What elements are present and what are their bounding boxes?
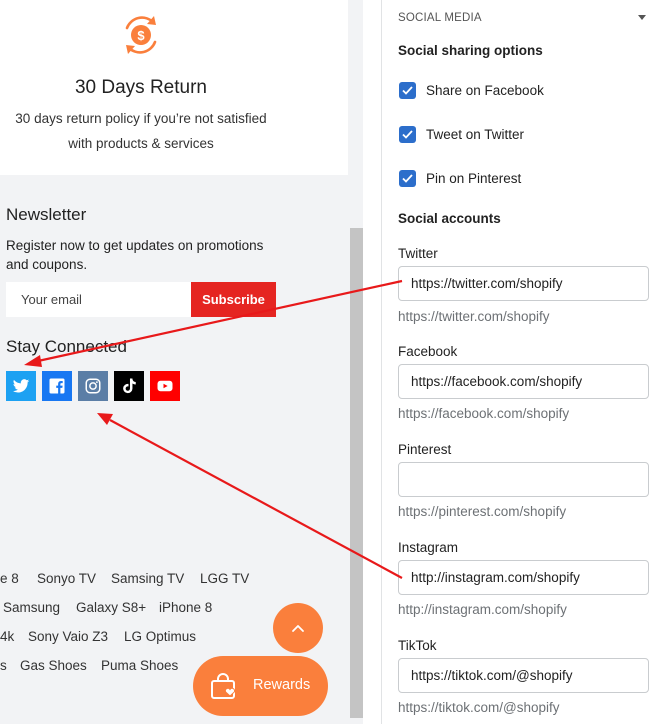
newsletter-desc-line2: and coupons. bbox=[6, 257, 88, 272]
sharing-options-title: Social sharing options bbox=[398, 43, 543, 58]
tweet-twitter-label[interactable]: Tweet on Twitter bbox=[426, 127, 524, 142]
newsletter-email-input[interactable] bbox=[6, 282, 191, 317]
return-title: 30 Days Return bbox=[74, 77, 207, 98]
share-facebook-option[interactable]: Share on Facebook bbox=[399, 81, 544, 99]
tag-link[interactable]: Puma Shoes bbox=[101, 658, 178, 673]
tag-link[interactable]: Samsung bbox=[3, 600, 60, 615]
instagram-url-input[interactable] bbox=[398, 560, 649, 595]
checkmark-icon bbox=[402, 173, 413, 183]
money-back-icon: $ bbox=[125, 16, 157, 54]
tag-link[interactable]: LG Optimus bbox=[124, 629, 196, 644]
share-facebook-label[interactable]: Share on Facebook bbox=[426, 83, 544, 98]
pinterest-field-label: Pinterest bbox=[398, 442, 452, 457]
rewards-button[interactable]: Rewards bbox=[193, 656, 328, 716]
youtube-icon bbox=[157, 380, 173, 392]
tag-link[interactable]: e 8 bbox=[0, 571, 19, 586]
section-header-social-media[interactable]: SOCIAL MEDIA bbox=[398, 12, 482, 24]
facebook-link[interactable] bbox=[42, 371, 72, 401]
newsletter-desc-line1: Register now to get updates on promotion… bbox=[6, 238, 264, 253]
screen: $ 30 Days Return 30 days return policy i… bbox=[0, 0, 663, 724]
social-accounts-title: Social accounts bbox=[398, 211, 501, 226]
tag-link[interactable]: Samsing TV bbox=[111, 571, 184, 586]
instagram-help-text: http://instagram.com/shopify bbox=[398, 602, 567, 617]
twitter-url-input[interactable] bbox=[398, 266, 649, 301]
instagram-icon bbox=[85, 378, 101, 394]
instagram-link[interactable] bbox=[78, 371, 108, 401]
return-desc-line1: 30 days return policy if you’re not sati… bbox=[15, 111, 267, 126]
twitter-icon bbox=[12, 379, 30, 393]
subscribe-button[interactable]: Subscribe bbox=[191, 282, 276, 317]
youtube-link[interactable] bbox=[150, 371, 180, 401]
store-preview: $ 30 Days Return 30 days return policy i… bbox=[0, 0, 363, 724]
tiktok-url-input[interactable] bbox=[398, 658, 649, 693]
pinterest-url-input[interactable] bbox=[398, 462, 649, 497]
tag-link[interactable]: Sonyo TV bbox=[37, 571, 96, 586]
facebook-field-label: Facebook bbox=[398, 344, 458, 359]
tiktok-help-text: https://tiktok.com/@shopify bbox=[398, 700, 560, 715]
tag-link[interactable]: s bbox=[0, 658, 7, 673]
checkmark-icon bbox=[402, 85, 413, 95]
instagram-field-label: Instagram bbox=[398, 540, 459, 555]
chevron-up-icon bbox=[292, 625, 304, 632]
tiktok-field-label: TikTok bbox=[398, 638, 437, 653]
facebook-icon bbox=[49, 378, 65, 394]
pin-pinterest-option[interactable]: Pin on Pinterest bbox=[399, 169, 521, 187]
share-facebook-checkbox[interactable] bbox=[399, 81, 416, 99]
settings-panel: SOCIAL MEDIA Social sharing options Shar… bbox=[382, 0, 663, 724]
scroll-to-top-button[interactable] bbox=[273, 603, 323, 653]
tag-link[interactable]: Gas Shoes bbox=[20, 658, 87, 673]
facebook-help-text: https://facebook.com/shopify bbox=[398, 406, 570, 421]
tiktok-icon bbox=[123, 378, 136, 394]
caret-down-icon[interactable] bbox=[638, 15, 646, 20]
pinterest-help-text: https://pinterest.com/shopify bbox=[398, 504, 567, 519]
tag-link[interactable]: LGG TV bbox=[200, 571, 249, 586]
tag-link[interactable]: iPhone 8 bbox=[159, 600, 212, 615]
checkmark-icon bbox=[402, 129, 413, 139]
stay-connected-title: Stay Connected bbox=[6, 337, 127, 356]
tag-link[interactable]: Sony Vaio Z3 bbox=[28, 629, 108, 644]
svg-text:$: $ bbox=[137, 28, 145, 43]
shopping-bag-heart-icon bbox=[211, 673, 236, 699]
tag-link[interactable]: Galaxy S8+ bbox=[76, 600, 146, 615]
pin-pinterest-label[interactable]: Pin on Pinterest bbox=[426, 171, 521, 186]
store-scrollbar[interactable] bbox=[350, 228, 363, 718]
return-desc-line2: with products & services bbox=[68, 136, 214, 151]
twitter-help-text: https://twitter.com/shopify bbox=[398, 309, 550, 324]
twitter-link[interactable] bbox=[6, 371, 36, 401]
return-policy-card: $ 30 Days Return 30 days return policy i… bbox=[0, 0, 348, 175]
rewards-label: Rewards bbox=[253, 677, 311, 693]
tiktok-link[interactable] bbox=[114, 371, 144, 401]
facebook-url-input[interactable] bbox=[398, 364, 649, 399]
twitter-field-label: Twitter bbox=[398, 246, 438, 261]
tweet-twitter-option[interactable]: Tweet on Twitter bbox=[399, 125, 524, 143]
return-description: 30 days return policy if you’re not sati… bbox=[0, 106, 282, 156]
tweet-twitter-checkbox[interactable] bbox=[399, 125, 416, 143]
newsletter-description: Register now to get updates on promotion… bbox=[6, 236, 286, 274]
newsletter-title: Newsletter bbox=[6, 205, 87, 224]
tag-link[interactable]: 4k bbox=[0, 629, 14, 644]
pin-pinterest-checkbox[interactable] bbox=[399, 169, 416, 187]
